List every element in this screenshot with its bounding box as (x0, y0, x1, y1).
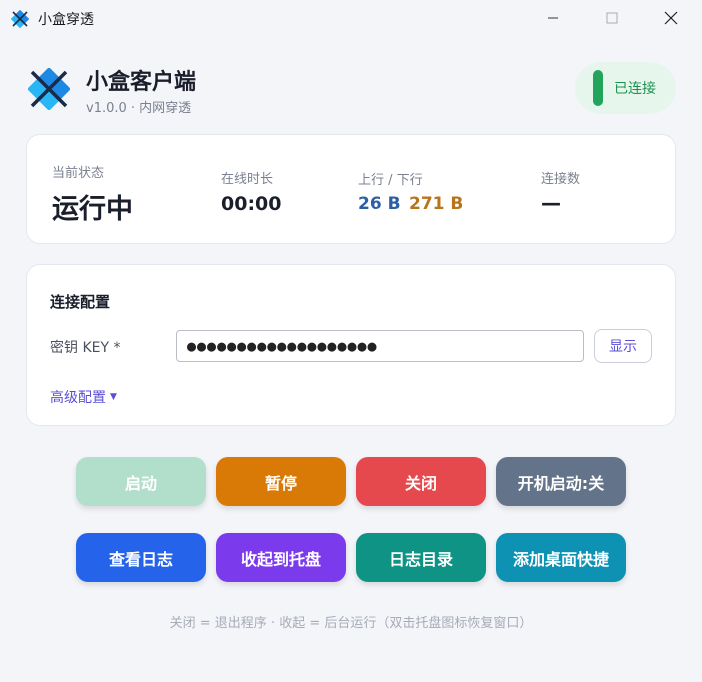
connection-status-label: 已连接 (614, 81, 656, 97)
status-card: 当前状态 运行中 在线时长 00:00 上行 / 下行 26 B 271 B 连… (26, 134, 676, 244)
close-icon (664, 11, 678, 25)
connection-status-badge: 已连接 (575, 62, 676, 114)
title-bar: 小盒穿透 (0, 0, 702, 36)
show-key-button[interactable]: 显示 (594, 329, 652, 363)
app-logo-icon (11, 10, 29, 28)
minimize-button[interactable] (530, 0, 576, 36)
uptime-label: 在线时长 (221, 172, 274, 187)
key-label: 密钥 KEY * (50, 340, 121, 356)
config-card: 连接配置 密钥 KEY * ●●●●●●●●●●●●●●●●●●● 显示 高级配… (26, 264, 676, 426)
desktop-shortcut-button[interactable]: 添加桌面快捷 (496, 533, 626, 582)
maximize-button[interactable] (589, 0, 635, 36)
window-title: 小盒穿透 (38, 12, 94, 28)
status-indicator (593, 70, 603, 106)
config-title: 连接配置 (50, 293, 111, 311)
footer-hint: 关闭 = 退出程序 · 收起 = 后台运行（双击托盘图标恢复窗口） (169, 616, 533, 631)
minimize-to-tray-button[interactable]: 收起到托盘 (216, 533, 346, 582)
log-directory-button[interactable]: 日志目录 (356, 533, 486, 582)
advanced-config-toggle[interactable]: 高级配置 ▼ (50, 387, 117, 407)
pause-button[interactable]: 暂停 (216, 457, 346, 506)
key-input[interactable]: ●●●●●●●●●●●●●●●●●●● (176, 330, 584, 362)
view-log-button[interactable]: 查看日志 (76, 533, 206, 582)
connections-label: 连接数 (541, 172, 581, 187)
caret-down-icon: ▼ (110, 392, 117, 402)
state-value: 运行中 (52, 194, 133, 225)
close-button[interactable]: 关闭 (356, 457, 486, 506)
connections-value: — (541, 191, 561, 215)
app-logo-icon (28, 68, 70, 110)
upload-value: 26 B (358, 194, 401, 214)
download-value: 271 B (409, 194, 464, 214)
app-name: 小盒客户端 (86, 70, 197, 95)
uptime-value: 00:00 (221, 193, 282, 215)
autostart-toggle-button[interactable]: 开机启动:关 (496, 457, 626, 506)
state-label: 当前状态 (52, 166, 105, 181)
maximize-icon (606, 12, 618, 24)
minimize-icon (548, 17, 558, 19)
app-version: v1.0.0 · 内网穿透 (86, 101, 192, 116)
close-window-button[interactable] (648, 0, 694, 36)
traffic-label: 上行 / 下行 (358, 173, 423, 188)
start-button[interactable]: 启动 (76, 457, 206, 506)
advanced-config-label: 高级配置 (50, 390, 106, 406)
